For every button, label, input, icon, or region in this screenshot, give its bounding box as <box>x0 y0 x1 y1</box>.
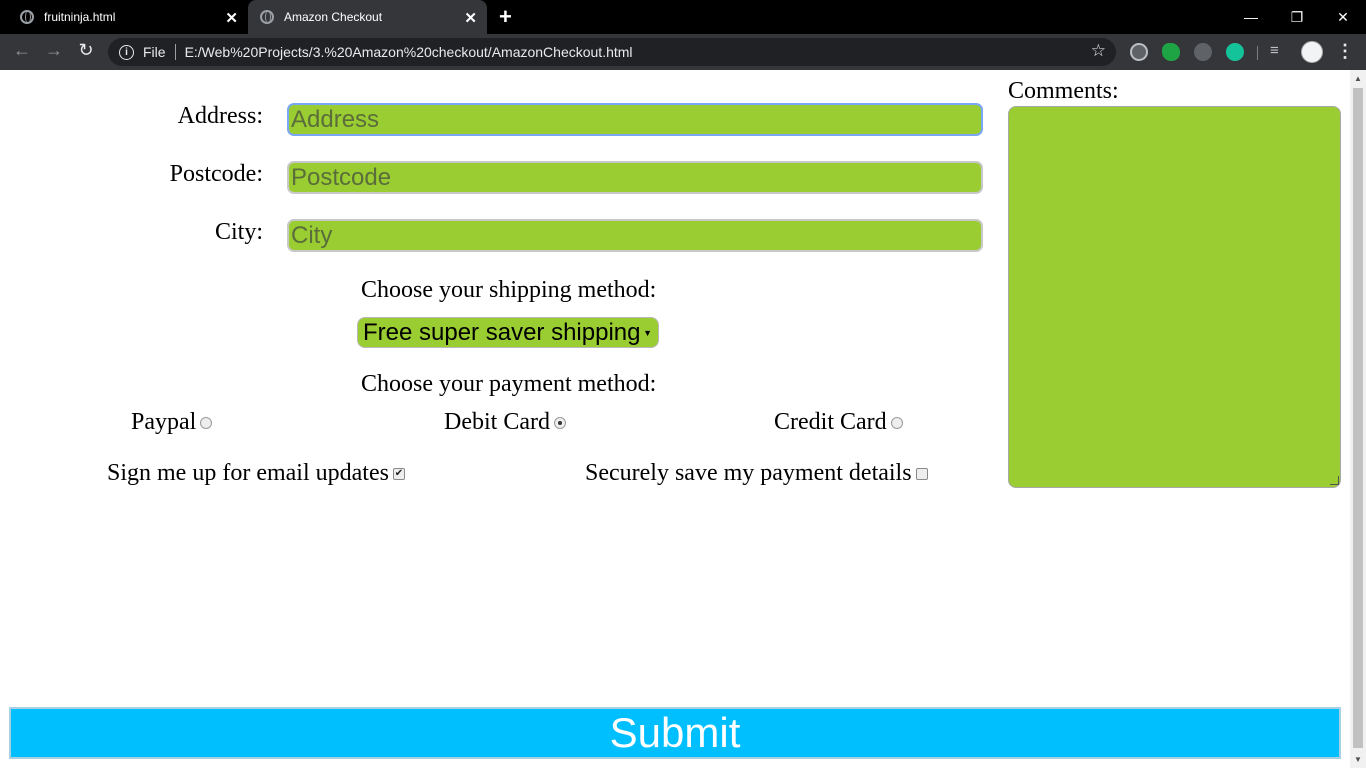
shipping-method-select[interactable]: Free super saver shipping ▼ <box>357 317 659 348</box>
checkout-page: Address: Postcode: City: Choose your shi… <box>0 70 1350 768</box>
payment-option-debit-card[interactable]: Debit Card <box>444 409 566 436</box>
grammarly-icon[interactable] <box>1226 43 1244 61</box>
shipping-method-label: Choose your shipping method: <box>361 277 657 303</box>
save-payment-option[interactable]: Securely save my payment details <box>585 460 928 487</box>
address-input[interactable] <box>287 103 983 136</box>
address-label: Address: <box>177 103 263 129</box>
url-text[interactable]: E:/Web%20Projects/3.%20Amazon%20checkout… <box>185 44 633 60</box>
city-label: City: <box>214 219 263 245</box>
pinterest-icon[interactable] <box>1194 43 1212 61</box>
email-updates-checkbox[interactable]: ✔ <box>392 467 405 480</box>
scroll-thumb[interactable] <box>1353 88 1363 748</box>
tab-title: Amazon Checkout <box>284 10 383 24</box>
bookmark-star-icon[interactable]: ☆ <box>1091 41 1106 61</box>
close-tab-icon[interactable]: ✕ <box>464 9 477 27</box>
payment-option-credit-card[interactable]: Credit Card <box>774 409 903 436</box>
chevron-down-icon: ▼ <box>643 328 652 338</box>
submit-button[interactable]: Submit <box>9 707 1341 759</box>
new-tab-button[interactable]: + <box>499 4 512 30</box>
payment-option-paypal[interactable]: Paypal <box>131 409 213 436</box>
option-label: Securely save my payment details <box>585 460 912 486</box>
reload-button[interactable]: ↻ <box>74 40 98 61</box>
close-window-button[interactable]: ✕ <box>1320 0 1366 34</box>
divider <box>174 44 176 60</box>
globe-icon <box>260 10 274 24</box>
keyhole-icon[interactable] <box>1130 43 1148 61</box>
forward-button[interactable]: → <box>42 40 66 61</box>
evernote-icon[interactable] <box>1162 43 1180 61</box>
scroll-up-icon[interactable]: ▲ <box>1354 74 1362 83</box>
page-scrollbar[interactable]: ▲ ▼ <box>1350 70 1366 768</box>
tab-fruitninja[interactable]: fruitninja.html ✕ <box>0 0 248 34</box>
media-control-icon[interactable]: ≡ <box>1270 42 1279 59</box>
option-label: Debit Card <box>444 409 550 435</box>
shipping-selected-value: Free super saver shipping <box>363 318 641 346</box>
scheme-label: File <box>143 44 166 60</box>
profile-avatar[interactable] <box>1301 41 1323 63</box>
postcode-input[interactable] <box>287 161 983 194</box>
info-icon[interactable]: i <box>119 44 134 60</box>
close-tab-icon[interactable]: ✕ <box>225 9 238 27</box>
email-updates-option[interactable]: Sign me up for email updates ✔ <box>107 460 405 487</box>
payment-method-label: Choose your payment method: <box>361 371 657 397</box>
tab-title: fruitninja.html <box>44 10 116 24</box>
save-payment-checkbox[interactable] <box>915 467 928 480</box>
option-label: Sign me up for email updates <box>107 460 389 486</box>
debit-card-radio[interactable] <box>553 416 566 429</box>
option-label: Paypal <box>131 409 197 435</box>
option-label: Credit Card <box>774 409 887 435</box>
browser-toolbar: ← → ↻ i File E:/Web%20Projects/3.%20Amaz… <box>0 34 1366 70</box>
minimize-button[interactable]: — <box>1228 0 1274 34</box>
scroll-down-icon[interactable]: ▼ <box>1354 755 1362 764</box>
resize-handle-icon[interactable] <box>1330 476 1339 485</box>
back-button[interactable]: ← <box>10 40 34 61</box>
browser-menu-icon[interactable]: ⋮ <box>1336 41 1354 62</box>
address-bar[interactable]: i File E:/Web%20Projects/3.%20Amazon%20c… <box>108 38 1116 66</box>
city-input[interactable] <box>287 219 983 252</box>
tab-amazon-checkout[interactable]: Amazon Checkout ✕ <box>248 0 487 34</box>
credit-card-radio[interactable] <box>890 416 903 429</box>
postcode-label: Postcode: <box>169 161 263 187</box>
comments-textarea[interactable] <box>1008 106 1341 488</box>
divider <box>1257 46 1258 60</box>
tab-strip: fruitninja.html ✕ Amazon Checkout ✕ + — … <box>0 0 1366 34</box>
comments-label: Comments: <box>1008 78 1119 104</box>
paypal-radio[interactable] <box>200 416 213 429</box>
globe-icon <box>20 10 34 24</box>
restore-button[interactable]: ❐ <box>1274 0 1320 34</box>
